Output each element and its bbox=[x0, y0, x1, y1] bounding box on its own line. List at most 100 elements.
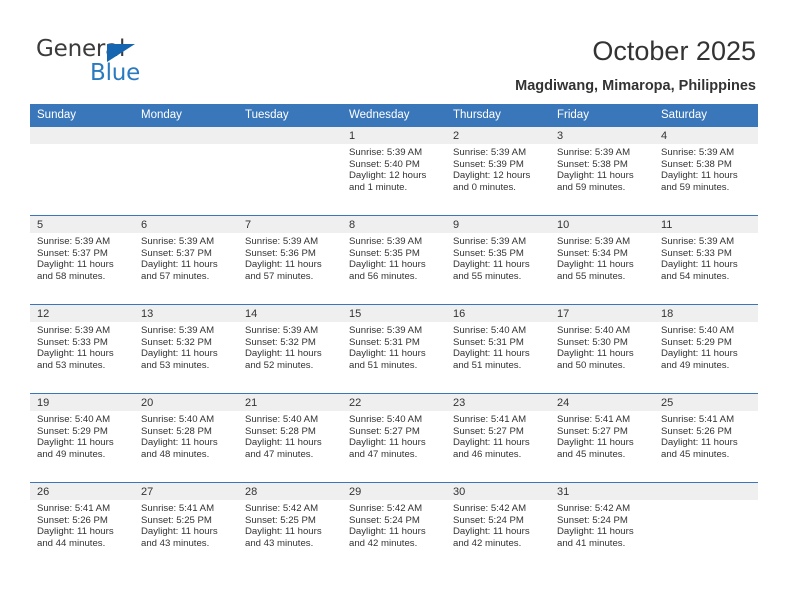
daylight-duration-line1: Daylight: 11 hours bbox=[245, 348, 322, 360]
calendar-day[interactable]: 17 Sunrise: 5:40 AM Sunset: 5:30 PM Dayligh… bbox=[550, 305, 654, 393]
sunset-time: Sunset: 5:26 PM bbox=[661, 425, 732, 437]
day-number: 9 bbox=[446, 216, 550, 233]
day-details: Sunrise: 5:39 AM Sunset: 5:32 PM Daylight:… bbox=[238, 322, 342, 371]
daylight-duration-line2: and 58 minutes. bbox=[37, 270, 106, 282]
calendar-day[interactable]: 28 Sunrise: 5:42 AM Sunset: 5:25 PM Dayligh… bbox=[238, 483, 342, 571]
calendar-day[interactable]: 22 Sunrise: 5:40 AM Sunset: 5:27 PM Dayligh… bbox=[342, 394, 446, 482]
day-details: Sunrise: 5:40 AM Sunset: 5:30 PM Daylight:… bbox=[550, 322, 654, 371]
calendar-cell: 1 Sunrise: 5:39 AM Sunset: 5:40 PM Daylight… bbox=[342, 126, 446, 216]
calendar-day[interactable]: 31 Sunrise: 5:42 AM Sunset: 5:24 PM Dayligh… bbox=[550, 483, 654, 571]
calendar-day[interactable]: 19 Sunrise: 5:40 AM Sunset: 5:29 PM Dayligh… bbox=[30, 394, 134, 482]
day-number: 25 bbox=[654, 394, 758, 411]
sunset-time: Sunset: 5:31 PM bbox=[453, 336, 524, 348]
calendar-day[interactable]: 1 Sunrise: 5:39 AM Sunset: 5:40 PM Daylight… bbox=[342, 127, 446, 215]
day-details: Sunrise: 5:40 AM Sunset: 5:29 PM Daylight:… bbox=[30, 411, 134, 460]
day-number: 5 bbox=[30, 216, 134, 233]
sunrise-time: Sunrise: 5:41 AM bbox=[557, 414, 631, 425]
daylight-duration-line1: Daylight: 11 hours bbox=[37, 526, 114, 538]
day-details: Sunrise: 5:39 AM Sunset: 5:38 PM Daylight:… bbox=[550, 144, 654, 193]
day-number bbox=[30, 127, 134, 144]
calendar-day[interactable]: 13 Sunrise: 5:39 AM Sunset: 5:32 PM Dayligh… bbox=[134, 305, 238, 393]
calendar-day[interactable]: 8 Sunrise: 5:39 AM Sunset: 5:35 PM Daylight… bbox=[342, 216, 446, 304]
sunset-time: Sunset: 5:24 PM bbox=[349, 514, 420, 526]
calendar-day[interactable]: 16 Sunrise: 5:40 AM Sunset: 5:31 PM Dayligh… bbox=[446, 305, 550, 393]
sunrise-time: Sunrise: 5:42 AM bbox=[349, 503, 423, 514]
calendar-cell: 27 Sunrise: 5:41 AM Sunset: 5:25 PM Dayligh… bbox=[134, 482, 238, 571]
daylight-duration-line1: Daylight: 11 hours bbox=[349, 348, 426, 360]
calendar-header-row: Sunday Monday Tuesday Wednesday Thursday Frid… bbox=[30, 104, 758, 127]
sunset-time: Sunset: 5:27 PM bbox=[453, 425, 524, 437]
calendar-day-empty bbox=[30, 127, 134, 215]
calendar-day[interactable]: 25 Sunrise: 5:41 AM Sunset: 5:26 PM Dayligh… bbox=[654, 394, 758, 482]
calendar-day[interactable]: 4 Sunrise: 5:39 AM Sunset: 5:38 PM Daylight… bbox=[654, 127, 758, 215]
calendar-cell: 29 Sunrise: 5:42 AM Sunset: 5:24 PM Dayligh… bbox=[342, 482, 446, 571]
calendar-day[interactable]: 26 Sunrise: 5:41 AM Sunset: 5:26 PM Dayligh… bbox=[30, 483, 134, 571]
day-number: 4 bbox=[654, 127, 758, 144]
calendar-cell: 23 Sunrise: 5:41 AM Sunset: 5:27 PM Dayligh… bbox=[446, 393, 550, 483]
calendar-day[interactable]: 6 Sunrise: 5:39 AM Sunset: 5:37 PM Daylight… bbox=[134, 216, 238, 304]
sunset-time: Sunset: 5:27 PM bbox=[557, 425, 628, 437]
day-number: 21 bbox=[238, 394, 342, 411]
day-number: 13 bbox=[134, 305, 238, 322]
calendar-day-empty bbox=[654, 483, 758, 571]
daylight-duration-line1: Daylight: 12 hours bbox=[453, 170, 531, 182]
weekday-header-wednesday: Wednesday bbox=[342, 104, 446, 127]
calendar-day[interactable]: 11 Sunrise: 5:39 AM Sunset: 5:33 PM Dayligh… bbox=[654, 216, 758, 304]
sunrise-time: Sunrise: 5:42 AM bbox=[245, 503, 319, 514]
day-details: Sunrise: 5:41 AM Sunset: 5:26 PM Daylight:… bbox=[654, 411, 758, 460]
day-number: 7 bbox=[238, 216, 342, 233]
calendar-day[interactable]: 29 Sunrise: 5:42 AM Sunset: 5:24 PM Dayligh… bbox=[342, 483, 446, 571]
calendar-day[interactable]: 9 Sunrise: 5:39 AM Sunset: 5:35 PM Daylight… bbox=[446, 216, 550, 304]
calendar-day[interactable]: 30 Sunrise: 5:42 AM Sunset: 5:24 PM Dayligh… bbox=[446, 483, 550, 571]
calendar-day[interactable]: 12 Sunrise: 5:39 AM Sunset: 5:33 PM Dayligh… bbox=[30, 305, 134, 393]
calendar-day[interactable]: 27 Sunrise: 5:41 AM Sunset: 5:25 PM Dayligh… bbox=[134, 483, 238, 571]
sunrise-time: Sunrise: 5:39 AM bbox=[37, 236, 111, 247]
calendar-cell: 9 Sunrise: 5:39 AM Sunset: 5:35 PM Daylight… bbox=[446, 215, 550, 305]
sunset-time: Sunset: 5:39 PM bbox=[453, 158, 524, 170]
daylight-duration-line2: and 51 minutes. bbox=[349, 359, 418, 371]
daylight-duration-line2: and 53 minutes. bbox=[37, 359, 106, 371]
calendar-day[interactable]: 23 Sunrise: 5:41 AM Sunset: 5:27 PM Dayligh… bbox=[446, 394, 550, 482]
calendar-week-row: 5 Sunrise: 5:39 AM Sunset: 5:37 PM Daylight… bbox=[30, 215, 758, 305]
daylight-duration-line1: Daylight: 12 hours bbox=[349, 170, 427, 182]
calendar-day[interactable]: 7 Sunrise: 5:39 AM Sunset: 5:36 PM Daylight… bbox=[238, 216, 342, 304]
calendar-day[interactable]: 15 Sunrise: 5:39 AM Sunset: 5:31 PM Dayligh… bbox=[342, 305, 446, 393]
calendar-day[interactable]: 5 Sunrise: 5:39 AM Sunset: 5:37 PM Daylight… bbox=[30, 216, 134, 304]
calendar-day[interactable]: 14 Sunrise: 5:39 AM Sunset: 5:32 PM Dayligh… bbox=[238, 305, 342, 393]
day-number: 6 bbox=[134, 216, 238, 233]
sunset-time: Sunset: 5:35 PM bbox=[349, 247, 420, 259]
sunset-time: Sunset: 5:24 PM bbox=[453, 514, 524, 526]
calendar-cell bbox=[134, 126, 238, 216]
daylight-duration-line2: and 57 minutes. bbox=[141, 270, 210, 282]
calendar-day[interactable]: 10 Sunrise: 5:39 AM Sunset: 5:34 PM Dayligh… bbox=[550, 216, 654, 304]
calendar-cell: 21 Sunrise: 5:40 AM Sunset: 5:28 PM Dayligh… bbox=[238, 393, 342, 483]
daylight-duration-line1: Daylight: 11 hours bbox=[349, 526, 426, 538]
day-details: Sunrise: 5:42 AM Sunset: 5:25 PM Daylight:… bbox=[238, 500, 342, 549]
calendar-day[interactable]: 24 Sunrise: 5:41 AM Sunset: 5:27 PM Dayligh… bbox=[550, 394, 654, 482]
calendar-day[interactable]: 20 Sunrise: 5:40 AM Sunset: 5:28 PM Dayligh… bbox=[134, 394, 238, 482]
sunset-time: Sunset: 5:36 PM bbox=[245, 247, 316, 259]
calendar-day[interactable]: 3 Sunrise: 5:39 AM Sunset: 5:38 PM Daylight… bbox=[550, 127, 654, 215]
daylight-duration-line2: and 43 minutes. bbox=[141, 537, 210, 549]
general-blue-logo[interactable]: General Blue bbox=[36, 36, 236, 92]
calendar-day[interactable]: 2 Sunrise: 5:39 AM Sunset: 5:39 PM Daylight… bbox=[446, 127, 550, 215]
sunset-time: Sunset: 5:29 PM bbox=[661, 336, 732, 348]
calendar-day[interactable]: 18 Sunrise: 5:40 AM Sunset: 5:29 PM Dayligh… bbox=[654, 305, 758, 393]
calendar-day[interactable]: 21 Sunrise: 5:40 AM Sunset: 5:28 PM Dayligh… bbox=[238, 394, 342, 482]
day-details: Sunrise: 5:41 AM Sunset: 5:26 PM Daylight:… bbox=[30, 500, 134, 549]
daylight-duration-line1: Daylight: 11 hours bbox=[453, 526, 530, 538]
calendar-cell: 4 Sunrise: 5:39 AM Sunset: 5:38 PM Daylight… bbox=[654, 126, 758, 216]
daylight-duration-line2: and 50 minutes. bbox=[557, 359, 626, 371]
sunrise-time: Sunrise: 5:42 AM bbox=[557, 503, 631, 514]
sunset-time: Sunset: 5:32 PM bbox=[141, 336, 212, 348]
day-number: 19 bbox=[30, 394, 134, 411]
calendar-cell: 26 Sunrise: 5:41 AM Sunset: 5:26 PM Dayligh… bbox=[30, 482, 134, 571]
daylight-duration-line1: Daylight: 11 hours bbox=[661, 437, 738, 449]
sunrise-time: Sunrise: 5:39 AM bbox=[453, 147, 527, 158]
day-details: Sunrise: 5:39 AM Sunset: 5:36 PM Daylight:… bbox=[238, 233, 342, 282]
sunrise-time: Sunrise: 5:39 AM bbox=[453, 236, 527, 247]
sunset-time: Sunset: 5:32 PM bbox=[245, 336, 316, 348]
day-details: Sunrise: 5:42 AM Sunset: 5:24 PM Daylight:… bbox=[446, 500, 550, 549]
sunrise-time: Sunrise: 5:41 AM bbox=[141, 503, 215, 514]
calendar-page: General Blue October 2025 Magdiwang, Mim… bbox=[0, 0, 792, 612]
